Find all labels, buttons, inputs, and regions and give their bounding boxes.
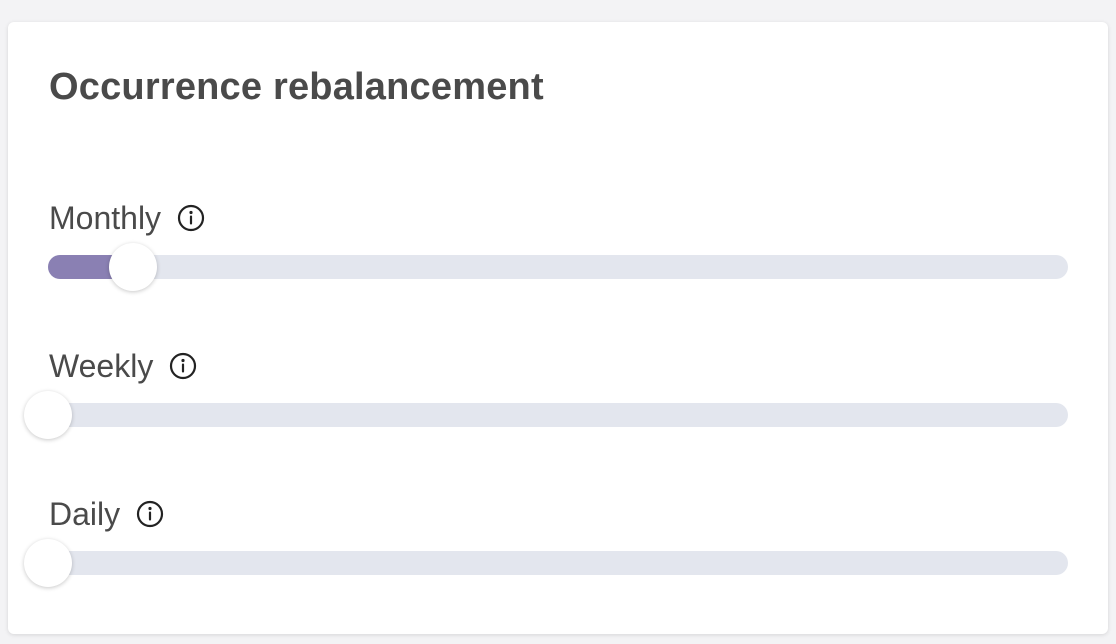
slider-row-weekly: Weekly: [8, 346, 1108, 439]
slider-label-row: Weekly: [49, 346, 197, 386]
slider-row-daily: Daily: [8, 494, 1108, 587]
slider-label-row: Monthly: [49, 198, 205, 238]
slider-track[interactable]: [48, 243, 1068, 291]
slider-thumb[interactable]: [109, 243, 157, 291]
slider-label-row: Daily: [49, 494, 164, 534]
info-icon[interactable]: [136, 500, 164, 528]
slider-label: Monthly: [49, 199, 162, 236]
slider-thumb[interactable]: [24, 391, 72, 439]
info-icon[interactable]: [177, 204, 205, 232]
slider-track[interactable]: [24, 391, 1068, 439]
slider-track[interactable]: [24, 539, 1068, 587]
slider-thumb[interactable]: [24, 539, 72, 587]
info-icon[interactable]: [169, 352, 197, 380]
slider-row-monthly: Monthly: [8, 198, 1108, 291]
slider-label: Weekly: [49, 347, 154, 384]
card-title: Occurrence rebalancement: [49, 66, 544, 108]
slider-label: Daily: [49, 495, 121, 532]
rebalancing-frequency-card: Occurrence rebalancement Monthly Weekly: [8, 22, 1108, 634]
